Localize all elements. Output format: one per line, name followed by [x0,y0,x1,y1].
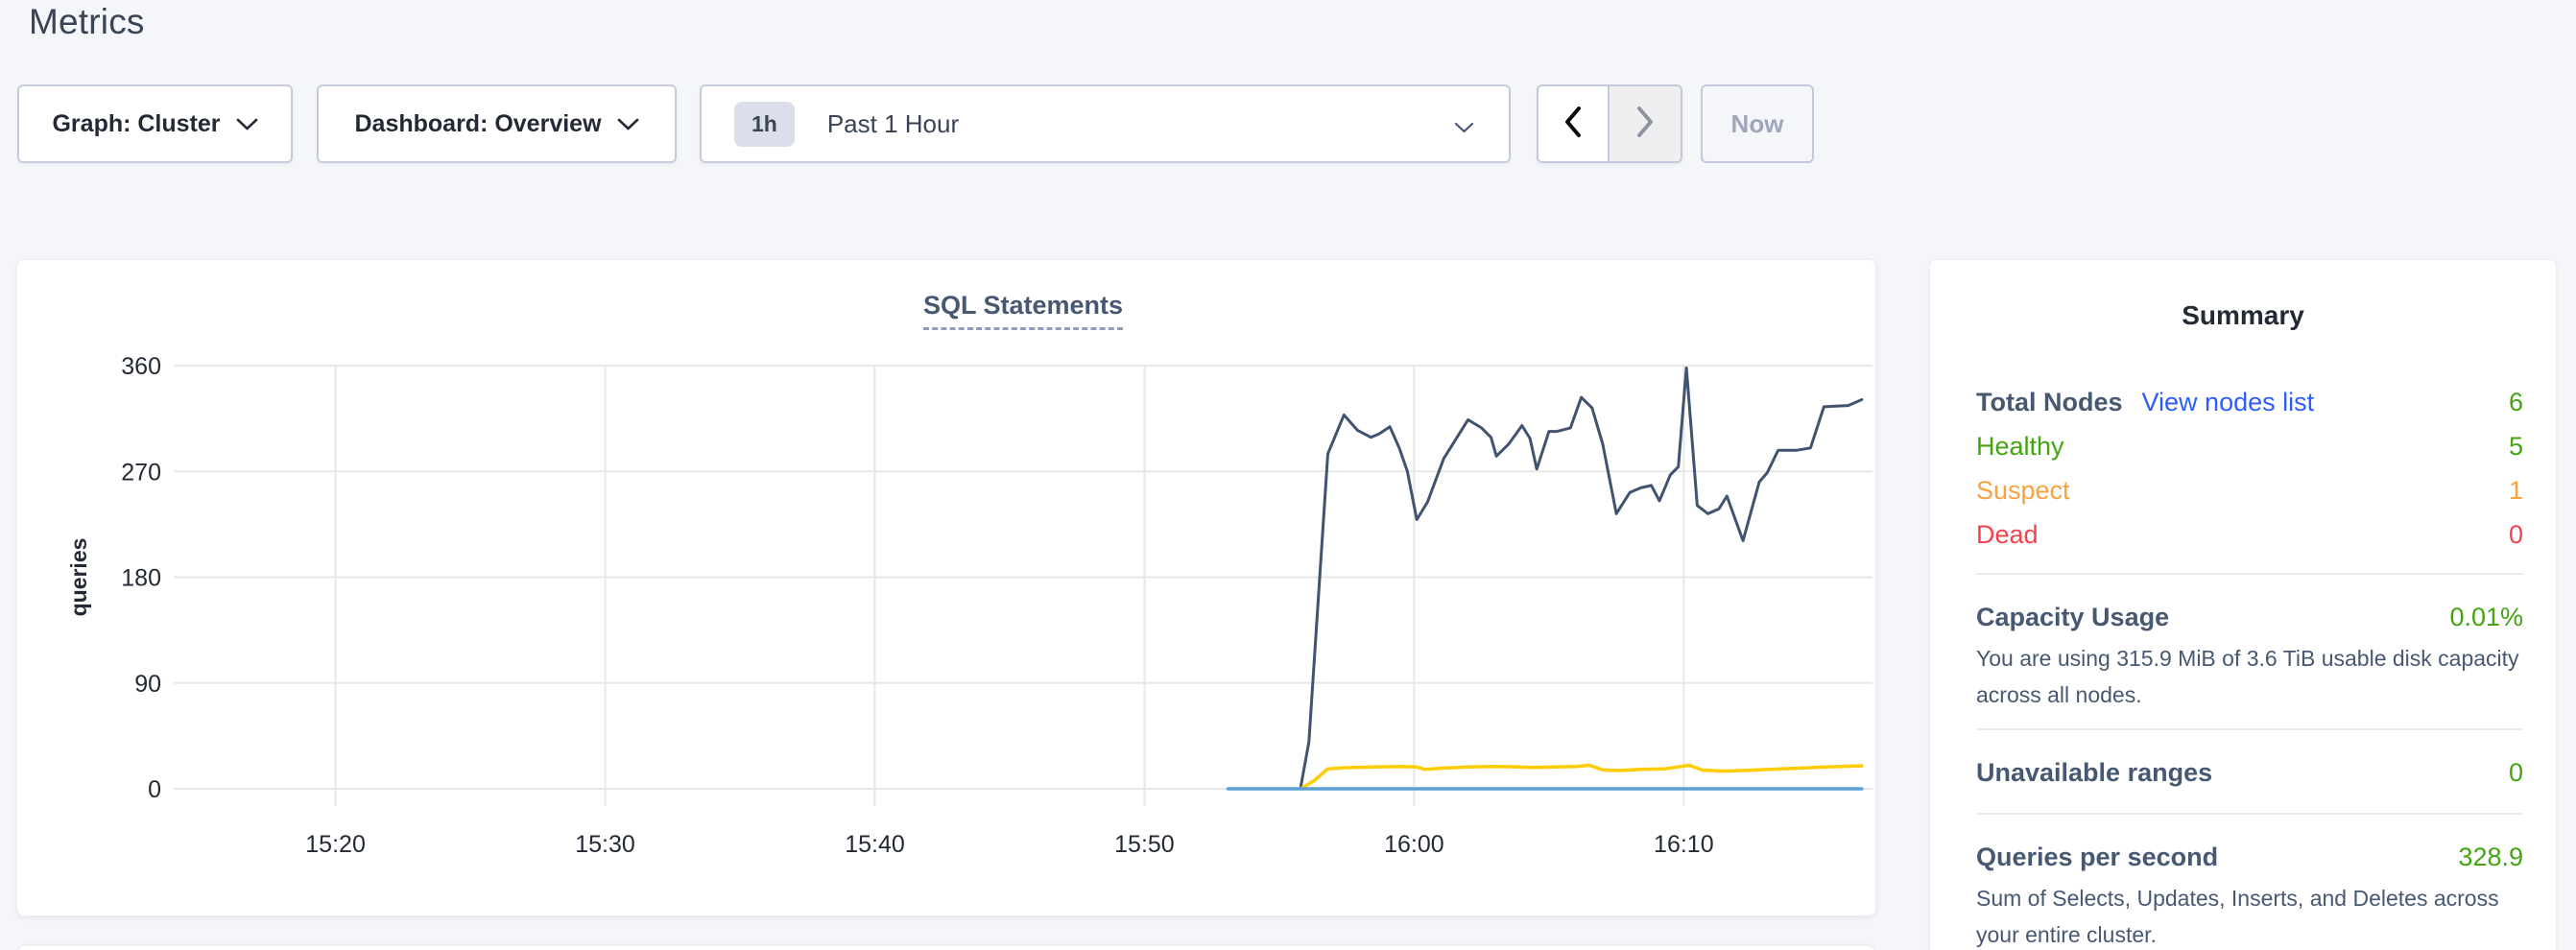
dashboard-dropdown[interactable]: Dashboard: Overview [317,84,677,163]
chevron-right-icon [1635,106,1655,143]
dead-value: 0 [2509,515,2523,554]
prev-time-button[interactable] [1538,86,1610,161]
next-chart-card-edge [16,945,1876,950]
capacity-usage-value: 0.01% [2449,598,2523,636]
unavailable-ranges-label: Unavailable ranges [1976,753,2212,792]
svg-text:15:40: 15:40 [845,831,905,858]
healthy-value: 5 [2509,427,2523,465]
svg-text:180: 180 [121,565,161,592]
graph-dropdown-label: Graph: Cluster [52,110,220,138]
summary-row-capacity: Capacity Usage 0.01% [1976,598,2523,636]
time-window-label: Past 1 Hour [827,109,959,139]
svg-text:90: 90 [134,671,161,698]
chevron-down-icon [236,118,258,131]
queries-per-second-value: 328.9 [2458,838,2523,876]
chart-title[interactable]: SQL Statements [923,291,1123,330]
metrics-page: { "page": { "title": "Metrics" }, "contr… [0,0,2576,950]
divider [1976,813,2523,815]
summary-row-unavailable-ranges: Unavailable ranges 0 [1976,753,2523,792]
capacity-usage-label: Capacity Usage [1976,598,2169,636]
graph-dropdown[interactable]: Graph: Cluster [17,84,293,163]
now-button-label: Now [1731,109,1784,139]
summary-row-suspect: Suspect 1 [1976,471,2523,510]
svg-text:270: 270 [121,459,161,486]
sql-statements-chart[interactable]: 0 90 180 270 360 15:20 15:30 15:40 15:50 16:00 16:… [17,260,1877,917]
now-button[interactable]: Now [1701,84,1814,163]
queries-per-second-label: Queries per second [1976,838,2218,876]
total-nodes-value: 6 [2509,383,2523,421]
dashboard-dropdown-label: Dashboard: Overview [354,110,601,138]
total-nodes-label: Total Nodes [1976,383,2123,421]
divider [1976,728,2523,730]
view-nodes-list-link[interactable]: View nodes list [2142,383,2315,421]
queries-yellow-series [1300,766,1861,790]
unavailable-ranges-value: 0 [2509,753,2523,792]
time-range-picker[interactable]: 1h Past 1 Hour [700,84,1511,163]
svg-text:360: 360 [121,353,161,380]
svg-text:queries: queries [66,538,91,617]
summary-heading: Summary [1930,300,2556,331]
chevron-down-icon [1454,121,1474,138]
time-step-buttons [1537,84,1682,163]
divider [1976,573,2523,575]
dead-label: Dead [1976,515,2039,554]
svg-text:16:00: 16:00 [1384,831,1444,858]
svg-text:15:50: 15:50 [1114,831,1175,858]
suspect-label: Suspect [1976,471,2070,510]
chart-title-wrap: SQL Statements [174,291,1872,330]
chevron-down-icon [617,118,639,131]
suspect-value: 1 [2509,471,2523,510]
summary-panel: Summary Total Nodes View nodes list 6 He… [1929,259,2557,950]
svg-text:0: 0 [148,776,161,803]
summary-row-queries-per-second: Queries per second 328.9 [1976,838,2523,876]
svg-text:15:20: 15:20 [305,831,366,858]
healthy-label: Healthy [1976,427,2064,465]
svg-text:15:30: 15:30 [575,831,635,858]
time-window-badge: 1h [734,102,795,147]
queries-per-second-description: Sum of Selects, Updates, Inserts, and De… [1976,880,2523,950]
summary-row-total-nodes: Total Nodes View nodes list 6 [1976,383,2523,421]
svg-text:16:10: 16:10 [1654,831,1714,858]
next-time-button[interactable] [1610,86,1681,161]
capacity-usage-description: You are using 315.9 MiB of 3.6 TiB usabl… [1976,640,2523,713]
summary-row-healthy: Healthy 5 [1976,427,2523,465]
page-title: Metrics [29,2,145,42]
chevron-left-icon [1563,106,1583,143]
summary-row-dead: Dead 0 [1976,515,2523,554]
sql-statements-card: SQL Statements 0 90 180 270 360 15:20 15:30 15:… [16,259,1876,916]
